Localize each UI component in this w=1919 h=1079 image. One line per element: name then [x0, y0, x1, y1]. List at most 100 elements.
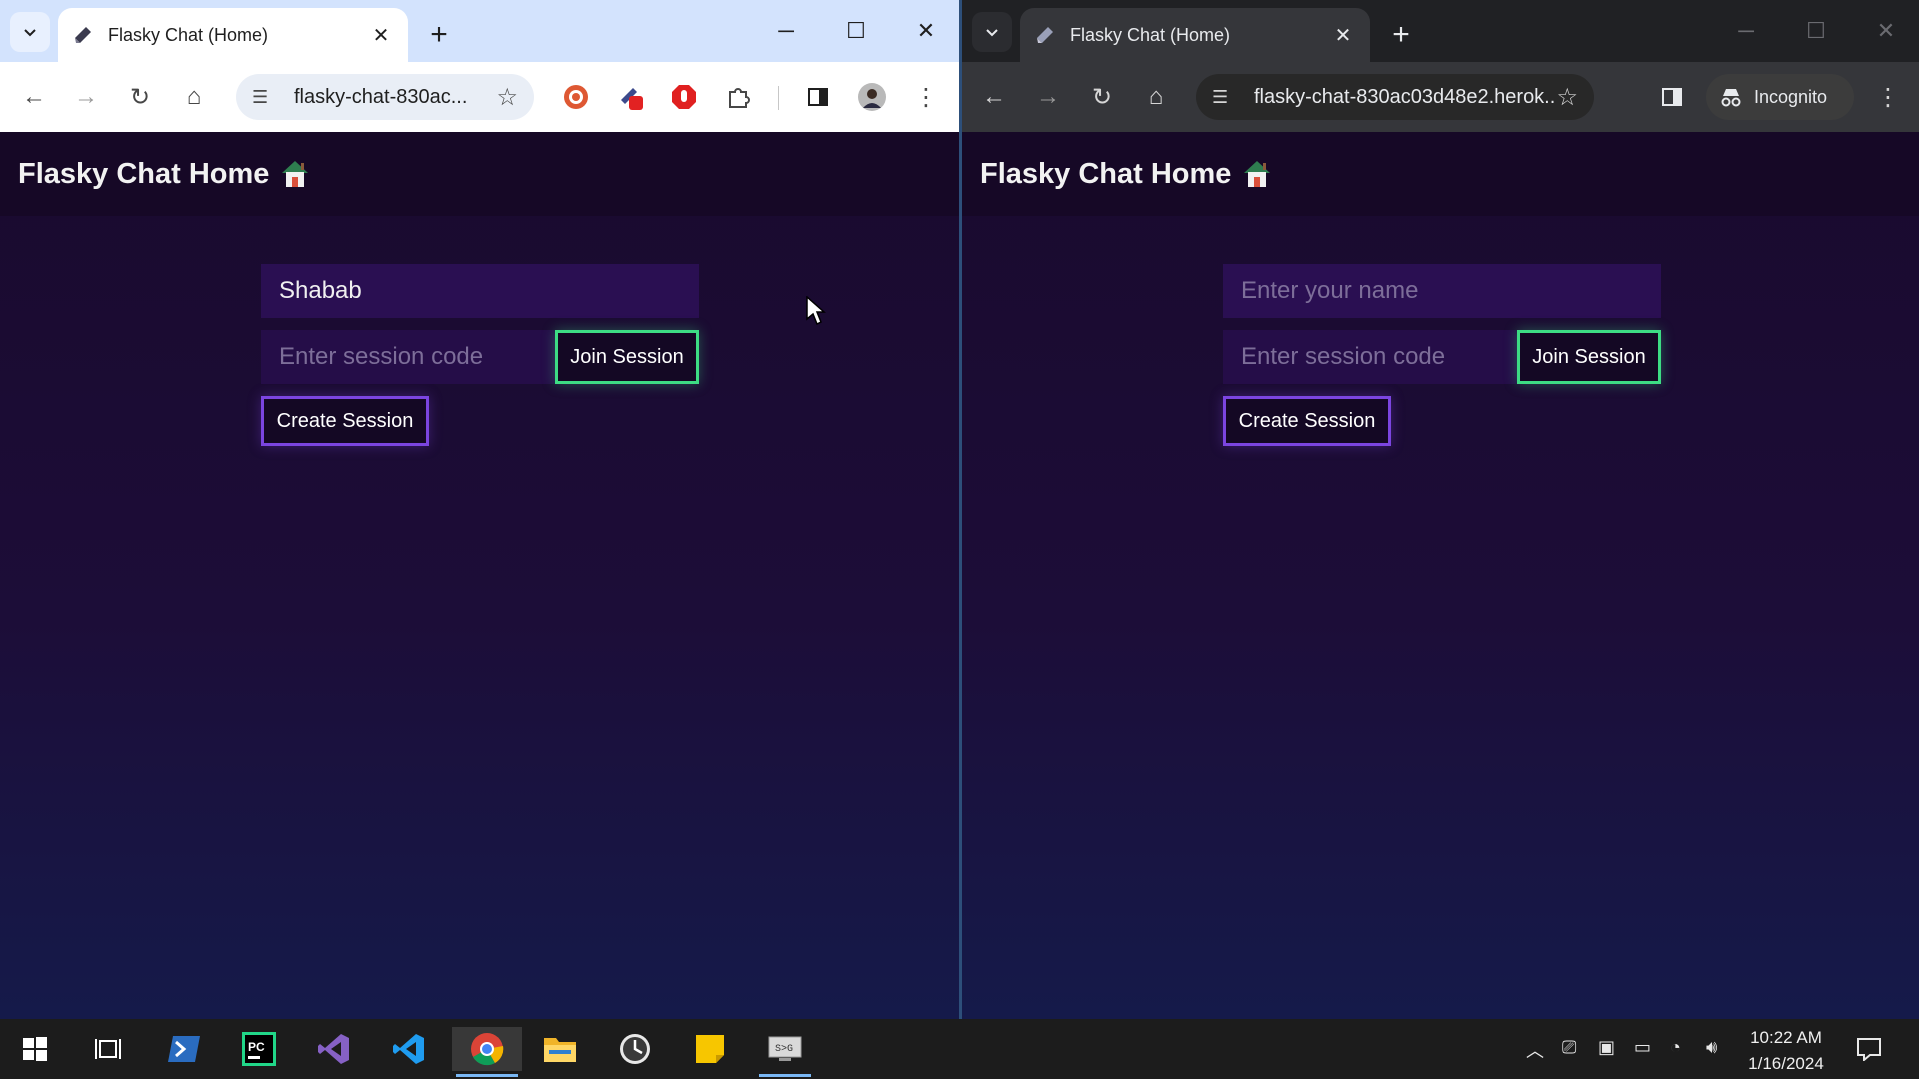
chevron-down-icon — [24, 29, 36, 37]
house-emoji-icon — [282, 161, 309, 187]
close-window-button[interactable]: ✕ — [1858, 8, 1914, 54]
visual-studio-icon[interactable] — [304, 1027, 364, 1071]
file-explorer-icon[interactable] — [530, 1027, 590, 1071]
show-hidden-icons-chevron-icon[interactable]: ︿ — [1526, 1037, 1544, 1063]
extensions-puzzle-icon[interactable] — [718, 77, 758, 117]
browser-toolbar: ← → ↻ ⌂ ☰ flasky-chat-830ac03d48e2.herok… — [962, 62, 1919, 132]
browser-window-left: Flasky Chat (Home) ✕ + ─ ☐ ✕ ← → ↻ ⌂ ☰ f… — [0, 0, 959, 1019]
clock-time: 10:22 AM — [1750, 1028, 1822, 1047]
minimize-button[interactable]: ─ — [1718, 8, 1774, 54]
home-icon[interactable]: ⌂ — [1136, 77, 1176, 117]
meet-now-icon[interactable]: ⎚ — [1562, 1037, 1576, 1058]
wifi-icon[interactable]: ◔ — [1670, 1037, 1681, 1058]
chrome-icon[interactable] — [452, 1027, 522, 1077]
bookmark-star-icon[interactable]: ☆ — [496, 83, 518, 112]
session-code-input[interactable]: Enter session code — [261, 330, 555, 384]
browser-menu-icon[interactable]: ⋮ — [906, 77, 946, 117]
powershell-icon[interactable] — [154, 1027, 214, 1071]
page-content: Flasky Chat Home Enter your name Enter s… — [962, 132, 1919, 1019]
svg-text:PC: PC — [248, 1040, 265, 1054]
tab-title: Flasky Chat (Home) — [108, 24, 269, 45]
side-panel-icon[interactable] — [1652, 77, 1692, 117]
reload-icon[interactable]: ↻ — [1082, 77, 1122, 117]
browser-tab[interactable]: Flasky Chat (Home) ✕ — [1020, 8, 1370, 62]
session-form: Enter your name Enter session code Join … — [1223, 264, 1661, 446]
windows-start-icon[interactable] — [5, 1027, 65, 1071]
forward-icon[interactable]: → — [66, 77, 106, 117]
battery-icon[interactable]: ▭ — [1634, 1037, 1651, 1058]
close-tab-icon[interactable]: ✕ — [368, 22, 394, 48]
adblock-extension-icon[interactable] — [664, 77, 704, 117]
address-bar[interactable]: ☰ flasky-chat-830ac03d48e2.herok... ☆ — [1196, 74, 1594, 120]
clock-date: 1/16/2024 — [1748, 1054, 1824, 1073]
house-emoji-icon — [1244, 161, 1271, 187]
notification-center-icon[interactable] — [1856, 1037, 1882, 1061]
name-input[interactable]: Enter your name — [1223, 264, 1661, 318]
tab-strip: Flasky Chat (Home) ✕ + ─ ☐ ✕ — [962, 0, 1919, 62]
duckduckgo-extension-icon[interactable] — [556, 77, 596, 117]
flasky-favicon-icon — [1037, 27, 1053, 43]
create-session-button[interactable]: Create Session — [261, 396, 429, 446]
name-input[interactable]: Shabab — [261, 264, 699, 318]
join-session-button[interactable]: Join Session — [1517, 330, 1661, 384]
toolbar-divider — [778, 86, 779, 110]
clock-app-icon[interactable] — [605, 1027, 665, 1071]
url-text: flasky-chat-830ac... — [294, 85, 468, 108]
page-content: Flasky Chat Home Shabab Enter session co… — [0, 132, 959, 1019]
incognito-icon — [1721, 89, 1741, 107]
url-text: flasky-chat-830ac03d48e2.herok... — [1254, 85, 1557, 108]
tab-search-button[interactable] — [972, 12, 1012, 52]
browser-window-right: Flasky Chat (Home) ✕ + ─ ☐ ✕ ← → ↻ ⌂ ☰ f… — [962, 0, 1919, 1019]
navbar: Flasky Chat Home — [0, 132, 959, 216]
session-code-input[interactable]: Enter session code — [1223, 330, 1517, 384]
home-icon[interactable]: ⌂ — [174, 77, 214, 117]
vscode-icon[interactable] — [379, 1027, 439, 1071]
maximize-button[interactable]: ☐ — [828, 8, 884, 54]
brand-title[interactable]: Flasky Chat Home — [18, 158, 269, 191]
back-icon[interactable]: ← — [974, 77, 1014, 117]
task-view-icon[interactable] — [78, 1027, 138, 1071]
address-bar[interactable]: ☰ flasky-chat-830ac... ☆ — [236, 74, 534, 120]
brand-title[interactable]: Flasky Chat Home — [980, 158, 1231, 191]
tab-search-button[interactable] — [10, 12, 50, 52]
create-session-button[interactable]: Create Session — [1223, 396, 1391, 446]
join-row: Enter session code Join Session — [1223, 330, 1661, 384]
site-settings-icon[interactable]: ☰ — [1212, 87, 1240, 108]
tab-strip: Flasky Chat (Home) ✕ + ─ ☐ ✕ — [0, 0, 959, 62]
reload-icon[interactable]: ↻ — [120, 77, 160, 117]
chevron-down-icon — [986, 29, 998, 37]
side-panel-icon[interactable] — [798, 77, 838, 117]
site-settings-icon[interactable]: ☰ — [252, 87, 280, 108]
bookmark-star-icon[interactable]: ☆ — [1556, 83, 1578, 112]
sticky-notes-icon[interactable] — [680, 1027, 740, 1071]
browser-tab[interactable]: Flasky Chat (Home) ✕ — [58, 8, 408, 62]
flasky-favicon-icon — [75, 27, 91, 43]
close-tab-icon[interactable]: ✕ — [1330, 22, 1356, 48]
maximize-button[interactable]: ☐ — [1788, 8, 1844, 54]
browser-menu-icon[interactable]: ⋮ — [1868, 77, 1908, 117]
tab-title: Flasky Chat (Home) — [1070, 24, 1231, 45]
back-icon[interactable]: ← — [14, 77, 54, 117]
close-window-button[interactable]: ✕ — [898, 8, 954, 54]
navbar: Flasky Chat Home — [962, 132, 1919, 216]
new-tab-button[interactable]: + — [1382, 16, 1420, 54]
taskbar-clock[interactable]: 10:22 AM 1/16/2024 — [1740, 1025, 1832, 1077]
svg-text:S>G: S>G — [775, 1044, 793, 1055]
taskbar: PC S>G ︿ ⎚ ▣ ▭ ◔ 🔊︎ 10:22 AM 1/16/2024 — [0, 1019, 1919, 1079]
profile-avatar[interactable] — [852, 77, 892, 117]
annotation-extension-icon[interactable] — [612, 77, 652, 117]
incognito-indicator[interactable]: Incognito — [1706, 74, 1854, 120]
minimize-button[interactable]: ─ — [758, 8, 814, 54]
browser-toolbar: ← → ↻ ⌂ ☰ flasky-chat-830ac... ☆ ⋮ — [0, 62, 959, 132]
volume-icon[interactable]: 🔊︎ — [1706, 1037, 1717, 1058]
incognito-label: Incognito — [1754, 86, 1828, 107]
remote-status-icon[interactable]: ▣ — [1598, 1037, 1615, 1058]
forward-icon[interactable]: → — [1028, 77, 1068, 117]
mouse-cursor-icon — [806, 296, 826, 326]
pycharm-icon[interactable]: PC — [229, 1027, 289, 1071]
join-row: Enter session code Join Session — [261, 330, 699, 384]
session-form: Shabab Enter session code Join Session C… — [261, 264, 699, 446]
join-session-button[interactable]: Join Session — [555, 330, 699, 384]
remote-desktop-icon[interactable]: S>G — [755, 1027, 815, 1077]
new-tab-button[interactable]: + — [420, 16, 458, 54]
